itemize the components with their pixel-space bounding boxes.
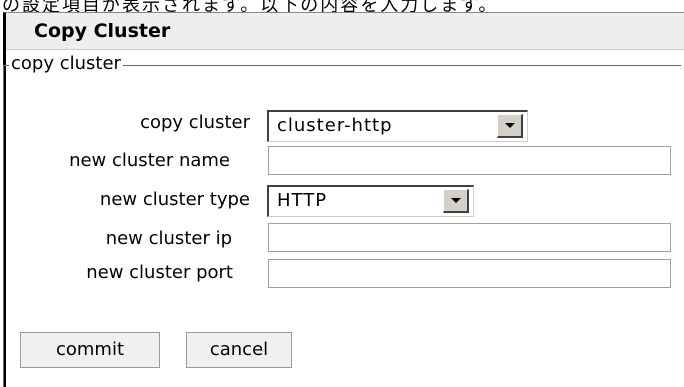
new-cluster-type-selected-value: HTTP — [277, 190, 328, 211]
panel-header: Copy Cluster — [6, 13, 684, 50]
chevron-down-icon — [505, 123, 515, 128]
new-cluster-ip-label: new cluster ip — [105, 228, 232, 249]
new-cluster-type-label: new cluster type — [99, 189, 250, 210]
new-cluster-port-label: new cluster port — [86, 262, 233, 283]
commit-button[interactable]: commit — [20, 332, 160, 368]
copy-cluster-select[interactable]: cluster-http — [267, 110, 528, 142]
panel-title: Copy Cluster — [34, 20, 171, 42]
new-cluster-port-input[interactable] — [268, 259, 671, 288]
new-cluster-type-select[interactable]: HTTP — [267, 185, 474, 217]
copy-cluster-selected-value: cluster-http — [277, 115, 393, 136]
new-cluster-ip-input[interactable] — [268, 223, 671, 252]
cancel-button[interactable]: cancel — [186, 332, 292, 368]
new-cluster-type-dropdown-button[interactable] — [443, 189, 469, 213]
new-cluster-name-input[interactable] — [268, 146, 671, 175]
copy-cluster-dropdown-button[interactable] — [497, 114, 523, 138]
fieldset-legend: copy cluster — [9, 53, 123, 75]
copy-cluster-label: copy cluster — [140, 112, 250, 133]
cropped-instruction-text: の設定項目が表示されます。以下の内容を入力します。 — [0, 0, 684, 12]
new-cluster-name-label: new cluster name — [69, 150, 230, 171]
instruction-text: の設定項目が表示されます。以下の内容を入力します。 — [2, 0, 499, 12]
chevron-down-icon — [451, 198, 461, 203]
